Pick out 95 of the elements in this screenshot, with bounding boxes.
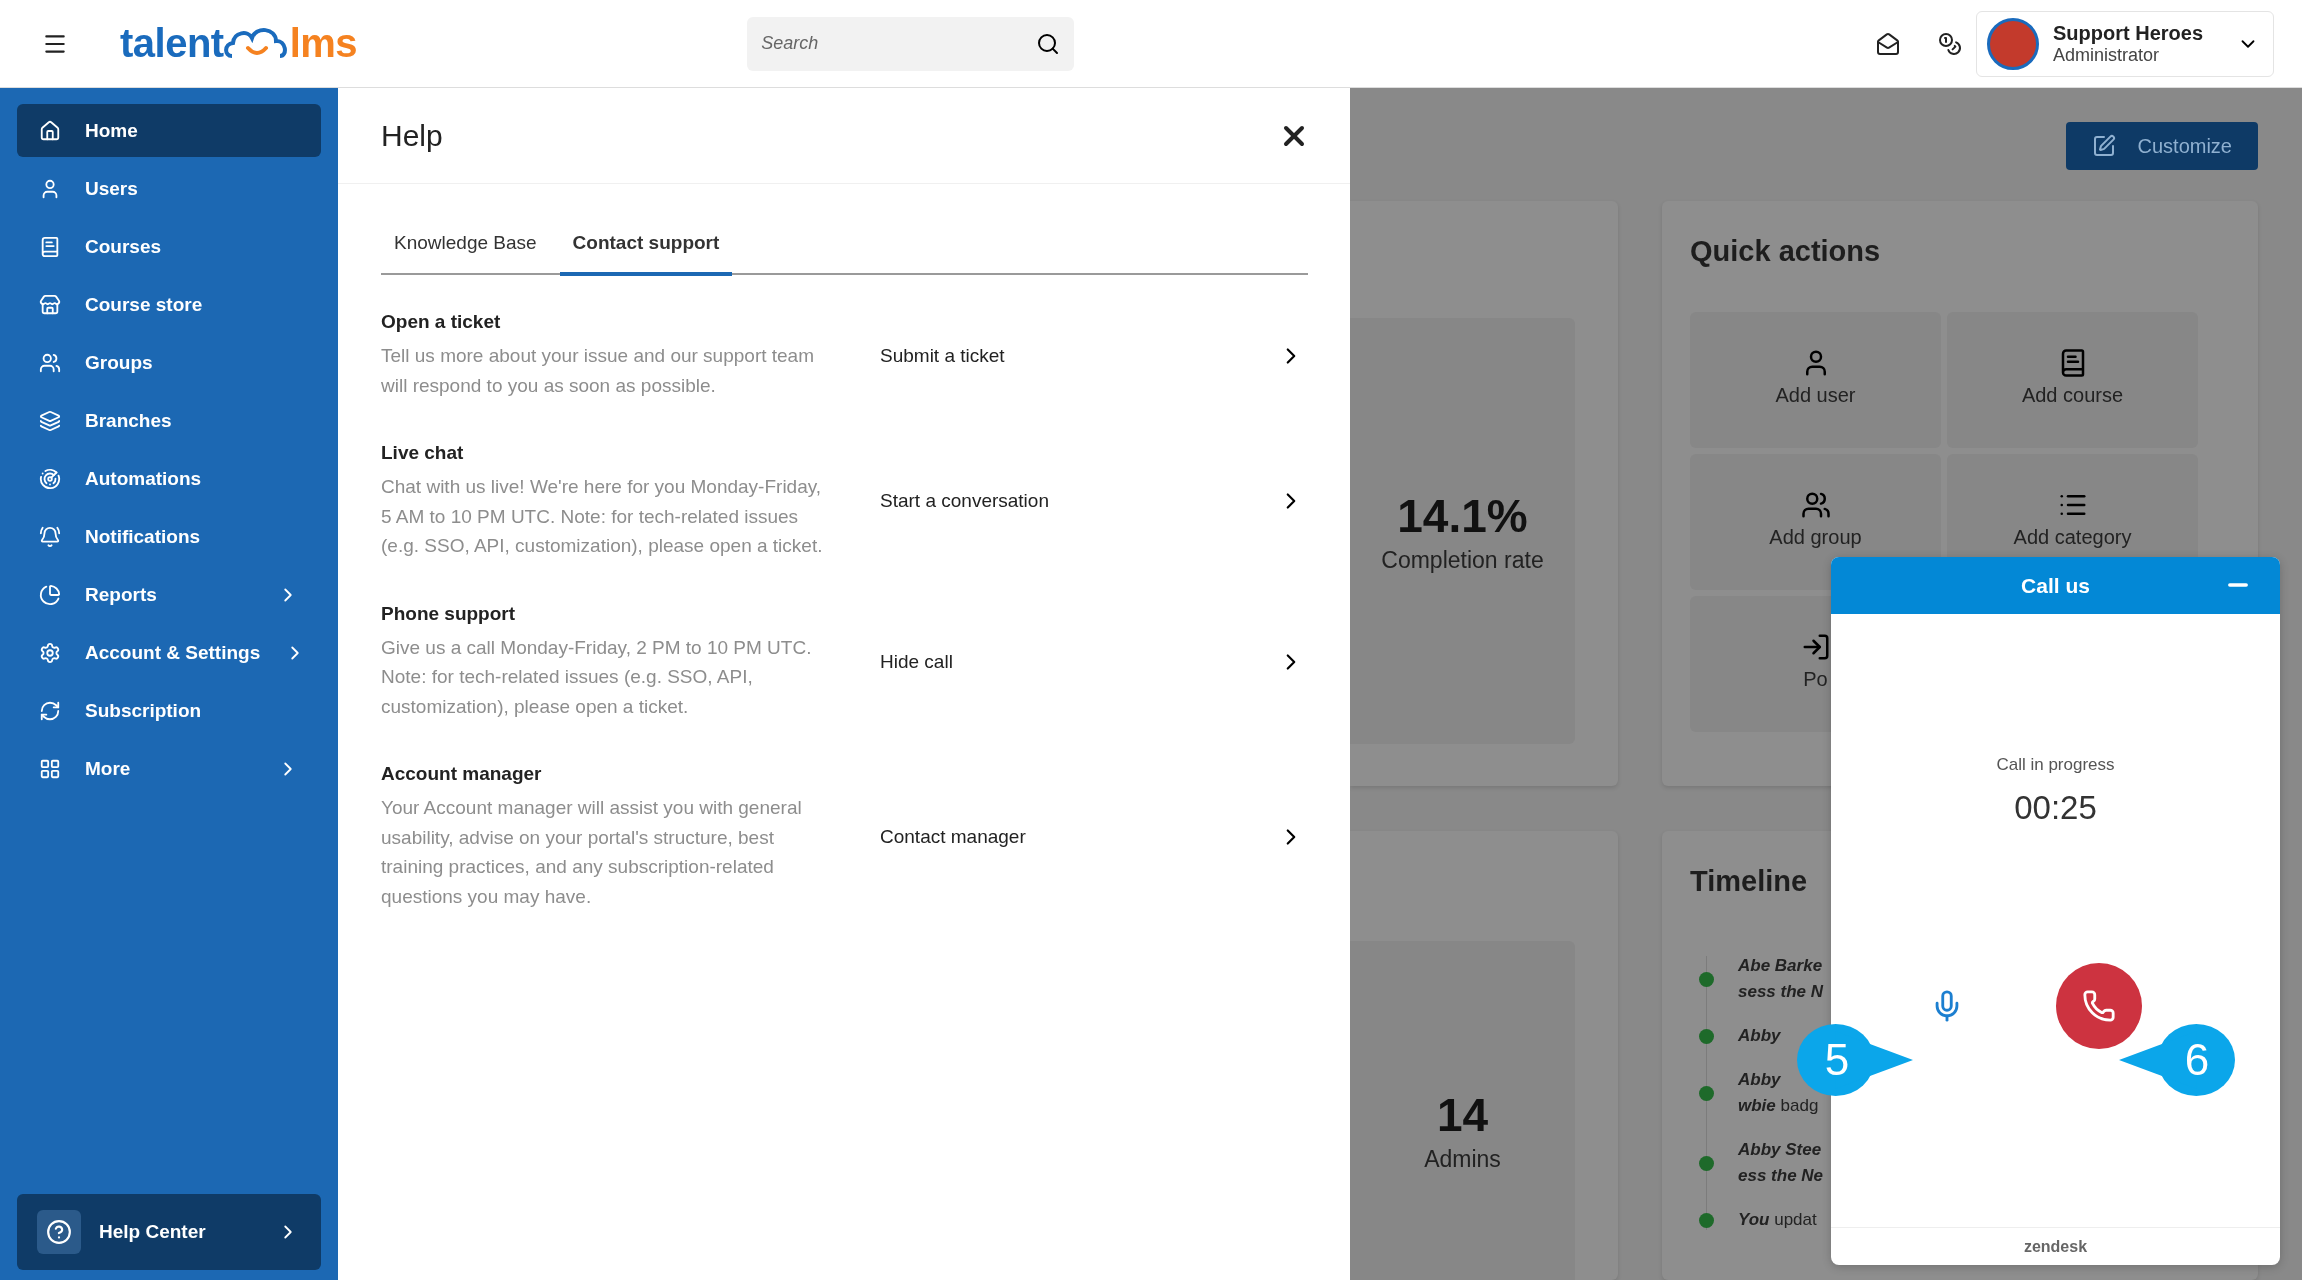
store-icon (39, 293, 61, 316)
sidebar-item[interactable]: Automations (17, 452, 321, 505)
sidebar-item[interactable]: Course store (17, 278, 321, 331)
sidebar-label: Courses (85, 235, 163, 258)
timeline-text: ess the Ne (1738, 1166, 1824, 1187)
edit-icon (2091, 134, 2116, 159)
timeline-text: Abby (1738, 1070, 1782, 1091)
action-link[interactable]: Start a conversation (880, 490, 1278, 513)
sidebar-item[interactable]: Groups (17, 336, 321, 389)
sidebar-item[interactable]: Account & Settings (17, 626, 321, 679)
widget-footer: zendesk (1831, 1227, 2280, 1265)
help-center-label: Help Center (99, 1221, 207, 1243)
timeline-dot (1699, 971, 1714, 987)
search-field[interactable]: Search (747, 16, 1075, 71)
user-menu[interactable]: Support Heroes Administrator (1976, 10, 2274, 77)
timeline-text: Abby Stee (1738, 1140, 1823, 1161)
customize-button[interactable]: Customize (2065, 122, 2258, 171)
sidebar-label: Users (85, 177, 139, 200)
sidebar-label: Subscription (85, 699, 203, 722)
panel-title: Help (381, 118, 443, 153)
help-center-item[interactable]: Help Center (17, 1194, 321, 1270)
sidebar-label: Course store (85, 293, 204, 316)
sidebar-item[interactable]: Courses (17, 220, 321, 273)
gear-icon (39, 641, 61, 664)
user-name: Support Heroes (2053, 21, 2205, 45)
timeline-text: Abe Barke (1738, 956, 1824, 977)
timeline-text: You updat (1738, 1210, 1817, 1231)
sidebar-label: Reports (85, 583, 158, 606)
call-timer: 00:25 (2014, 789, 2097, 827)
radar-icon (39, 467, 61, 490)
sidebar-item[interactable]: Branches (17, 394, 321, 447)
step-callout: 6 (2119, 1024, 2235, 1096)
sidebar-label: Automations (85, 467, 203, 490)
group-icon (39, 351, 61, 374)
card-title: Timeline (1690, 865, 1809, 899)
tab[interactable]: Contact support (559, 222, 733, 276)
sidebar-item[interactable]: Reports (17, 568, 321, 621)
tile-label: Add course (2021, 384, 2124, 408)
section-title: Phone support (381, 602, 517, 625)
timeline-dot (1699, 1085, 1714, 1101)
tile-label: Add user (1775, 384, 1856, 408)
avatar (1987, 17, 2039, 70)
call-status: Call in progress (1996, 755, 2115, 775)
sidebar-item[interactable]: Notifications (17, 510, 321, 563)
search-icon[interactable] (1036, 31, 1061, 56)
phone-icon (2081, 989, 2116, 1023)
action-link[interactable]: Hide call (880, 650, 1278, 673)
section-title: Open a ticket (381, 311, 502, 333)
bell-icon (39, 525, 61, 548)
sidebar-item[interactable]: More (17, 742, 321, 795)
refresh-icon (39, 699, 61, 722)
grid-icon (39, 757, 61, 780)
layers-icon (39, 409, 61, 432)
section-description: Give us a call Monday-Friday, 2 PM to 10 PM UTC. Note: for tech-related issues (e.g. SSO, API, customization), please open a ticket. (381, 635, 813, 719)
sidebar-item[interactable]: Home (17, 104, 321, 157)
tile-label: Add category (2013, 526, 2132, 550)
stat-value: 14.1% (1397, 488, 1528, 543)
stat-value: 14 (1436, 1088, 1489, 1143)
timeline-dot (1699, 1155, 1714, 1171)
step-callout: 5 (1797, 1024, 1913, 1096)
section-description: Your Account manager will assist you with general usability, advise on your portal's structure, best training practices, and any subscription-related questions you may have. (381, 796, 803, 909)
home-icon (39, 119, 61, 142)
timeline-text: wbie badg (1738, 1096, 1819, 1117)
quick-action-tile[interactable]: Add group (1690, 454, 1941, 591)
timeline-dot (1699, 1028, 1714, 1044)
timeline-dot (1699, 1212, 1714, 1228)
tab[interactable]: Knowledge Base (381, 222, 550, 276)
user-role: Administrator (2053, 44, 2161, 66)
sidebar-label: More (85, 757, 132, 780)
sidebar-item[interactable]: Subscription (17, 684, 321, 737)
stat-label: Completion rate (1381, 546, 1544, 574)
section-description: Tell us more about your issue and our support team will respond to you as soon as possible. (381, 344, 815, 398)
tile-label: Po (1803, 668, 1828, 692)
sidebar-label: Account & Settings (85, 641, 261, 664)
sidebar-label: Notifications (85, 525, 202, 548)
stat-label: Admins (1424, 1146, 1501, 1174)
timeline-text: Abby (1738, 1026, 1781, 1047)
action-link[interactable]: Submit a ticket (880, 344, 1278, 367)
card-title: Quick actions (1690, 235, 1882, 269)
section-title: Account manager (381, 763, 543, 785)
action-link[interactable]: Contact manager (880, 826, 1278, 848)
section-description: Chat with us live! We're here for you Monday-Friday, 5 AM to 10 PM UTC. Note: for tech-related issues (e.g. SSO, API, customization), please open a ticket. (381, 475, 824, 558)
pie-chart-icon (39, 583, 61, 606)
sidebar-label: Groups (85, 351, 154, 374)
sidebar-label: Branches (85, 409, 173, 432)
book-icon (39, 235, 61, 258)
quick-action-tile[interactable]: Add user (1690, 312, 1941, 449)
quick-action-tile[interactable]: Add course (1947, 312, 2198, 449)
sidebar-label: Home (85, 119, 139, 142)
timeline-text: sess the N (1738, 982, 1824, 1003)
help-icon (37, 1210, 81, 1254)
logo: talent lms (120, 21, 358, 66)
sidebar-item[interactable]: Users (17, 162, 321, 215)
tile-label: Add group (1769, 526, 1862, 550)
section-title: Live chat (381, 442, 465, 464)
